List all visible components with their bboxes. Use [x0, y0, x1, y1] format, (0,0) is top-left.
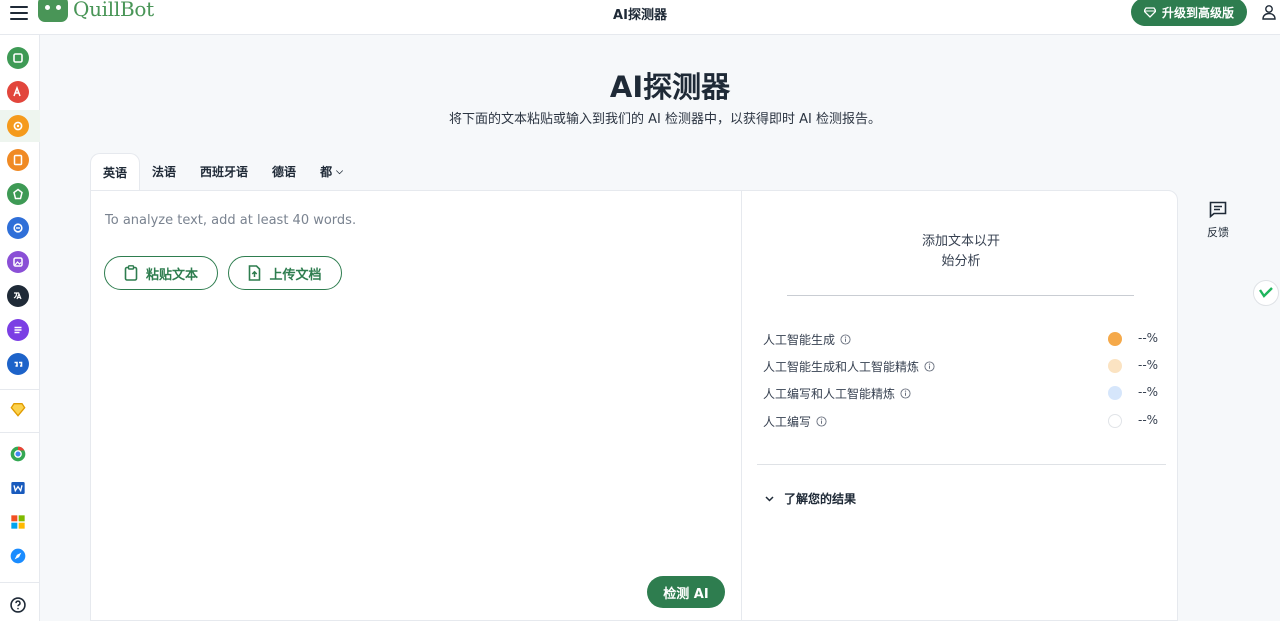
upgrade-label: 升级到高级版	[1161, 5, 1234, 20]
paste-label: 粘贴文本	[145, 267, 198, 283]
upload-document-button[interactable]: 上传文档	[228, 256, 342, 290]
legend-item-human-written: 人工编写 --%	[763, 412, 1159, 430]
ai-image-icon[interactable]	[7, 251, 29, 273]
tab-english[interactable]: 英语	[90, 153, 141, 190]
citation-generator-icon[interactable]	[7, 353, 29, 375]
score-placeholder-bar	[787, 295, 1134, 296]
tab-label: 法语	[152, 165, 177, 179]
tab-label: 西班牙语	[200, 165, 249, 179]
understand-results-label: 了解您的结果	[784, 492, 857, 506]
legend-value: --%	[1138, 385, 1159, 399]
page-title: AI探测器	[609, 70, 731, 104]
top-bar: QuillBot AI探测器 升级到高级版	[0, 0, 1280, 35]
feedback-icon	[1209, 201, 1227, 218]
diamond-icon	[1143, 6, 1156, 18]
chrome-extension-icon[interactable]	[7, 443, 29, 465]
sidebar-divider	[0, 432, 40, 433]
plagiarism-checker-icon[interactable]	[7, 149, 29, 171]
page-subtitle: 将下面的文本粘贴或输入到我们的 AI 检测器中，以获得即时 AI 检测报告。	[449, 112, 881, 127]
translator-icon[interactable]	[7, 285, 29, 307]
tab-label: 德语	[272, 165, 297, 179]
user-account-icon[interactable]	[1262, 4, 1276, 20]
editor-placeholder: To analyze text, add at least 40 words.	[105, 213, 357, 228]
understand-results-toggle[interactable]: 了解您的结果	[765, 490, 856, 507]
info-icon[interactable]	[924, 360, 935, 372]
tab-german[interactable]: 德语	[260, 153, 308, 190]
upgrade-button[interactable]: 升级到高级版	[1131, 0, 1247, 26]
top-title: AI探测器	[613, 8, 667, 23]
word-addin-icon[interactable]	[7, 477, 29, 499]
results-hint: 添加文本以开 始分析	[891, 232, 1031, 272]
legend-value: --%	[1138, 331, 1159, 345]
results-divider	[757, 464, 1166, 465]
detector-card: To analyze text, add at least 40 words. …	[90, 190, 1178, 621]
legend-dot	[1108, 386, 1122, 400]
legend-item-ai-generated: 人工智能生成 --%	[763, 330, 1159, 348]
upload-label: 上传文档	[269, 267, 322, 283]
chevron-down-icon: ⌵	[336, 166, 343, 177]
legend-dot	[1108, 359, 1122, 373]
legend-value: --%	[1138, 358, 1159, 372]
legend-label: 人工智能生成和人工智能精炼	[763, 359, 920, 374]
tab-label: 英语	[103, 165, 128, 180]
clipboard-icon	[124, 265, 138, 281]
premium-diamond-icon[interactable]	[7, 398, 29, 420]
legend-item-human-written-refined: 人工编写和人工智能精炼 --%	[763, 384, 1159, 402]
chevron-down-icon	[765, 495, 774, 502]
check-logo-icon	[1259, 287, 1273, 298]
legend-label: 人工编写	[763, 414, 812, 429]
detect-ai-button[interactable]: 检测 AI	[647, 576, 725, 608]
safari-extension-icon[interactable]	[7, 545, 29, 567]
info-icon[interactable]	[900, 387, 911, 399]
sidebar-divider	[0, 389, 40, 390]
feedback-button[interactable]: 反馈	[1202, 201, 1234, 240]
legend-label: 人工智能生成	[763, 332, 836, 347]
upload-file-icon	[249, 265, 261, 281]
legend-dot	[1108, 332, 1122, 346]
tab-spanish[interactable]: 西班牙语	[188, 153, 260, 190]
ai-humanizer-icon[interactable]	[7, 183, 29, 205]
text-editor[interactable]: To analyze text, add at least 40 words. …	[91, 191, 742, 620]
language-tabs: 英语 法语 西班牙语 德语 都 ⌵	[90, 153, 355, 190]
info-icon[interactable]	[840, 333, 851, 345]
tab-french[interactable]: 法语	[140, 153, 188, 190]
sidebar-divider	[0, 582, 40, 583]
windows-app-icon[interactable]	[7, 511, 29, 533]
chat-icon[interactable]	[7, 217, 29, 239]
info-icon[interactable]	[816, 415, 827, 427]
tab-all-dropdown[interactable]: 都 ⌵	[308, 153, 355, 190]
help-icon[interactable]	[7, 594, 29, 616]
legend-label: 人工编写和人工智能精炼	[763, 386, 896, 401]
tab-label: 都	[320, 165, 333, 179]
results-hint-line: 添加文本以开	[921, 234, 1000, 249]
results-panel: 添加文本以开 始分析 人工智能生成 --% 人工智能生成和人工智能精炼 --% …	[743, 191, 1179, 620]
legend-value: --%	[1138, 413, 1159, 427]
results-hint-line: 始分析	[941, 254, 981, 269]
feedback-label: 反馈	[1207, 226, 1229, 239]
floating-assistant-icon[interactable]	[1253, 280, 1279, 306]
legend-item-ai-generated-refined: 人工智能生成和人工智能精炼 --%	[763, 357, 1159, 375]
summarizer-icon[interactable]	[7, 319, 29, 341]
paste-text-button[interactable]: 粘贴文本	[104, 256, 218, 290]
legend-dot	[1108, 414, 1122, 428]
